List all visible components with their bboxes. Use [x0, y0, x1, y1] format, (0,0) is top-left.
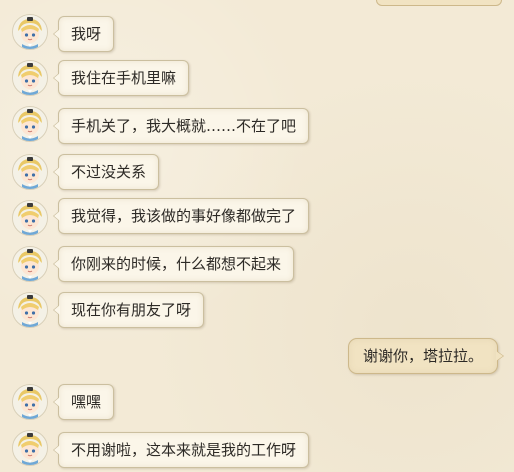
- character-avatar-icon: [13, 107, 47, 141]
- user-message-bubble: 谢谢你，塔拉拉。: [347, 338, 505, 374]
- chat-area: 我呀 我住在手机里嘛 手机关了，我大概就……不在了吧 不过没关系 我觉得，我该做…: [0, 0, 514, 472]
- avatar[interactable]: [12, 384, 48, 420]
- character-avatar-icon: [13, 247, 47, 281]
- message-bubble: 不过没关系: [52, 154, 160, 190]
- avatar[interactable]: [12, 430, 48, 466]
- character-avatar-icon: [13, 201, 47, 235]
- message-bubble: 不用谢啦，这本来就是我的工作呀: [52, 432, 310, 468]
- avatar[interactable]: [12, 292, 48, 328]
- message-bubble: 现在你有朋友了呀: [52, 292, 205, 328]
- character-avatar-icon: [13, 431, 47, 465]
- message-bubble: 手机关了，我大概就……不在了吧: [52, 108, 310, 144]
- character-avatar-icon: [13, 293, 47, 327]
- character-avatar-icon: [13, 385, 47, 419]
- character-avatar-icon: [13, 15, 47, 49]
- avatar[interactable]: [12, 106, 48, 142]
- character-avatar-icon: [13, 61, 47, 95]
- avatar[interactable]: [12, 200, 48, 236]
- avatar[interactable]: [12, 154, 48, 190]
- message-bubble: 嘿嘿: [52, 384, 115, 420]
- message-bubble: 你刚来的时候，什么都想不起来: [52, 246, 295, 282]
- message-bubble: 我觉得，我该做的事好像都做完了: [52, 198, 310, 234]
- avatar[interactable]: [12, 60, 48, 96]
- avatar[interactable]: [12, 246, 48, 282]
- character-avatar-icon: [13, 155, 47, 189]
- previous-message-bubble: [376, 0, 502, 6]
- message-bubble: 我住在手机里嘛: [52, 60, 190, 96]
- message-bubble: 我呀: [52, 16, 115, 52]
- avatar[interactable]: [12, 14, 48, 50]
